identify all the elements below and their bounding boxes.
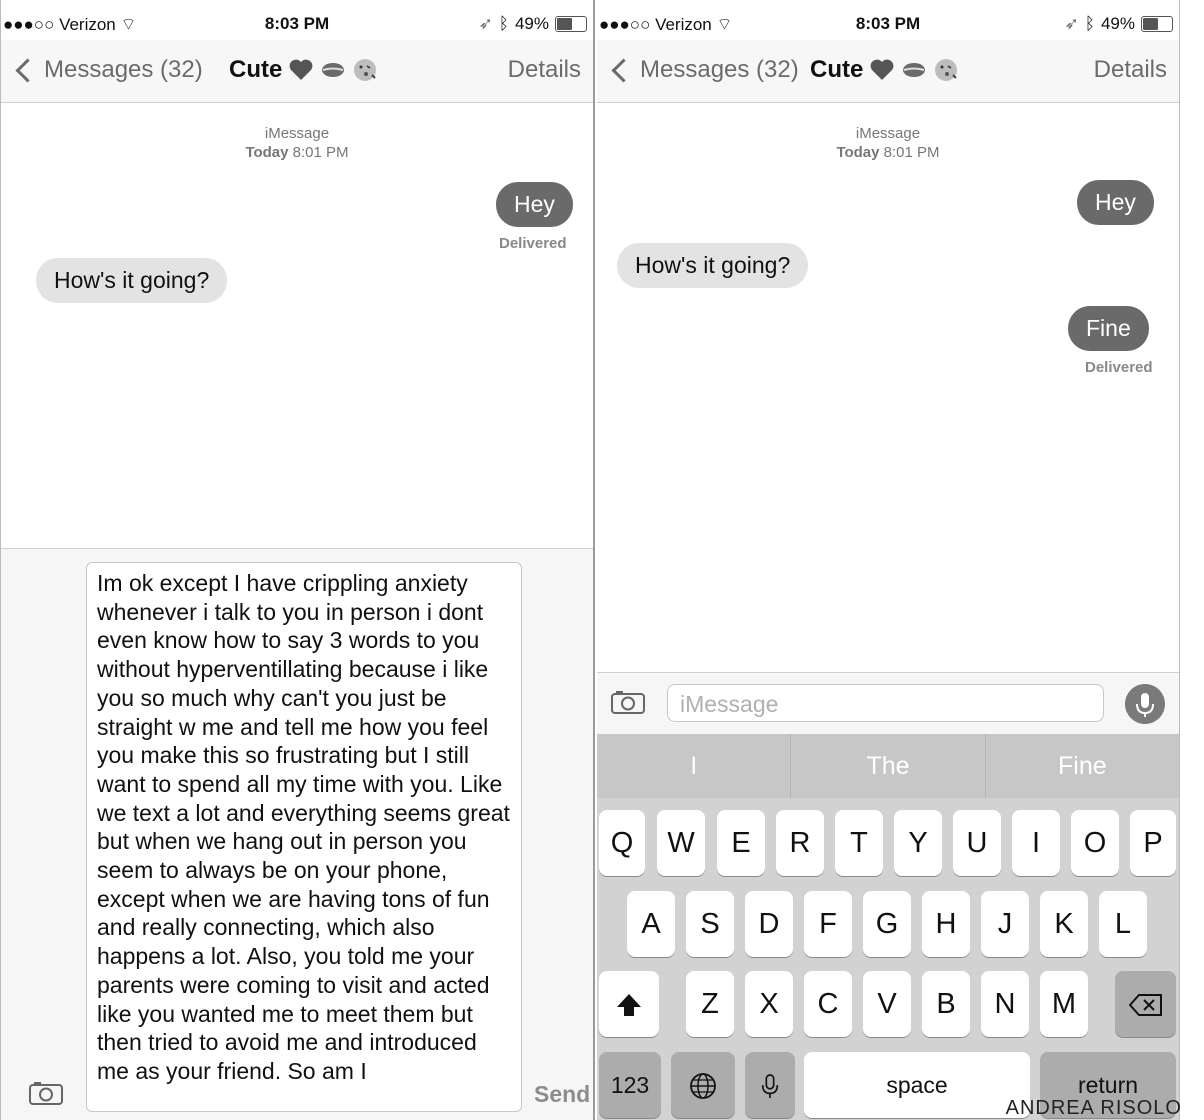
- globe-key[interactable]: [671, 1052, 735, 1118]
- dictation-key[interactable]: [745, 1052, 795, 1118]
- incoming-message[interactable]: How's it going?: [617, 243, 809, 288]
- shift-icon: [617, 994, 641, 1017]
- key-p[interactable]: P: [1130, 810, 1176, 876]
- key-v[interactable]: V: [863, 971, 911, 1037]
- key-o[interactable]: O: [1071, 810, 1119, 876]
- key-k[interactable]: K: [1040, 891, 1088, 957]
- prediction-3[interactable]: Fine: [986, 734, 1179, 798]
- key-h[interactable]: H: [922, 891, 970, 957]
- backspace-icon: [1128, 994, 1162, 1017]
- kiss-lips-icon: [322, 63, 345, 77]
- date-time: 8:01 PM: [883, 144, 940, 161]
- prediction-1[interactable]: I: [597, 734, 792, 798]
- delivered-label: Delivered: [1085, 359, 1153, 376]
- camera-icon[interactable]: [611, 690, 645, 714]
- key-e[interactable]: E: [717, 810, 765, 876]
- key-j[interactable]: J: [981, 891, 1029, 957]
- outgoing-message[interactable]: Fine: [1068, 306, 1149, 351]
- key-w[interactable]: W: [657, 810, 705, 876]
- key-q[interactable]: Q: [599, 810, 645, 876]
- key-n[interactable]: N: [981, 971, 1029, 1037]
- back-label: Messages (32): [44, 56, 203, 83]
- thread-timestamp: iMessage Today 8:01 PM: [1, 124, 593, 162]
- back-button[interactable]: Messages (32): [609, 56, 799, 84]
- microphone-icon[interactable]: [1125, 684, 1165, 724]
- details-button[interactable]: Details: [508, 56, 581, 84]
- heart-icon: [289, 59, 313, 80]
- nav-bar: Messages (32) Cute Details: [1, 40, 593, 103]
- message-input-bar: iMessage: [597, 672, 1179, 735]
- contact-name: Cute: [810, 56, 864, 83]
- service-label: iMessage: [855, 125, 921, 142]
- contact-title[interactable]: Cute: [229, 56, 378, 84]
- key-d[interactable]: D: [745, 891, 793, 957]
- key-c[interactable]: C: [804, 971, 852, 1037]
- key-b[interactable]: B: [922, 971, 970, 1037]
- prediction-2[interactable]: The: [791, 734, 986, 798]
- back-label: Messages (32): [640, 56, 799, 83]
- details-button[interactable]: Details: [1094, 56, 1167, 84]
- kiss-lips-icon: [903, 63, 926, 77]
- date-word: Today: [245, 144, 289, 161]
- key-s[interactable]: S: [686, 891, 734, 957]
- shift-key[interactable]: [599, 971, 659, 1037]
- key-l[interactable]: L: [1099, 891, 1147, 957]
- key-z[interactable]: Z: [686, 971, 734, 1037]
- battery-indicator: ➶ ᛒ 49%: [479, 14, 587, 34]
- imessage-input[interactable]: iMessage: [667, 684, 1104, 722]
- contact-title[interactable]: Cute: [810, 56, 959, 84]
- chevron-left-icon: [611, 57, 636, 83]
- outgoing-message[interactable]: Hey: [1077, 180, 1154, 225]
- camera-icon[interactable]: [29, 1081, 63, 1105]
- key-x[interactable]: X: [745, 971, 793, 1037]
- key-g[interactable]: G: [863, 891, 911, 957]
- predictive-bar: I The Fine: [597, 734, 1179, 798]
- chevron-left-icon: [15, 57, 40, 83]
- date-time: 8:01 PM: [292, 144, 349, 161]
- battery-icon: [555, 16, 587, 32]
- key-i[interactable]: I: [1012, 810, 1060, 876]
- left-screen: ●●●○○ Verizon ⌔ 8:03 PM ➶ ᛒ 49% Messages…: [0, 0, 595, 1120]
- incoming-message[interactable]: How's it going?: [36, 258, 228, 303]
- key-u[interactable]: U: [953, 810, 1001, 876]
- bluetooth-icon: ᛒ: [1084, 14, 1095, 33]
- message-input[interactable]: Im ok except I have crippling anxiety wh…: [86, 562, 522, 1112]
- key-a[interactable]: A: [627, 891, 675, 957]
- delivered-label: Delivered: [499, 235, 567, 252]
- key-t[interactable]: T: [835, 810, 883, 876]
- bluetooth-icon: ᛒ: [498, 14, 509, 33]
- date-word: Today: [836, 144, 880, 161]
- delete-key[interactable]: [1115, 971, 1176, 1037]
- key-f[interactable]: F: [804, 891, 852, 957]
- service-label: iMessage: [264, 125, 330, 142]
- battery-indicator: ➶ ᛒ 49%: [1065, 14, 1173, 34]
- battery-percent: 49%: [514, 14, 549, 33]
- outgoing-message[interactable]: Hey: [496, 182, 573, 227]
- key-r[interactable]: R: [776, 810, 824, 876]
- contact-name: Cute: [229, 56, 283, 83]
- message-composer: Im ok except I have crippling anxiety wh…: [1, 548, 593, 1120]
- photo-credit: ANDREA RISOLO: [1005, 1097, 1182, 1119]
- kissing-face-icon: [935, 59, 958, 81]
- globe-icon: [690, 1073, 716, 1100]
- back-button[interactable]: Messages (32): [13, 56, 203, 84]
- space-key[interactable]: space: [804, 1052, 1030, 1118]
- heart-icon: [870, 59, 894, 80]
- microphone-icon: [761, 1074, 779, 1099]
- send-button[interactable]: Send: [534, 1081, 590, 1108]
- location-icon: ➶: [478, 14, 493, 33]
- key-y[interactable]: Y: [894, 810, 942, 876]
- kissing-face-icon: [354, 59, 377, 81]
- battery-icon: [1141, 16, 1173, 32]
- key-m[interactable]: M: [1040, 971, 1088, 1037]
- battery-percent: 49%: [1100, 14, 1135, 33]
- right-screen: ●●●○○ Verizon ⌔ 8:03 PM ➶ ᛒ 49% Messages…: [597, 0, 1180, 1120]
- nav-bar: Messages (32) Cute Details: [597, 40, 1179, 103]
- numbers-key[interactable]: 123: [599, 1052, 661, 1118]
- keyboard: I The Fine Q W E R T Y U I O P A S D F G…: [597, 734, 1179, 1120]
- location-icon: ➶: [1064, 14, 1079, 33]
- thread-timestamp: iMessage Today 8:01 PM: [597, 124, 1179, 162]
